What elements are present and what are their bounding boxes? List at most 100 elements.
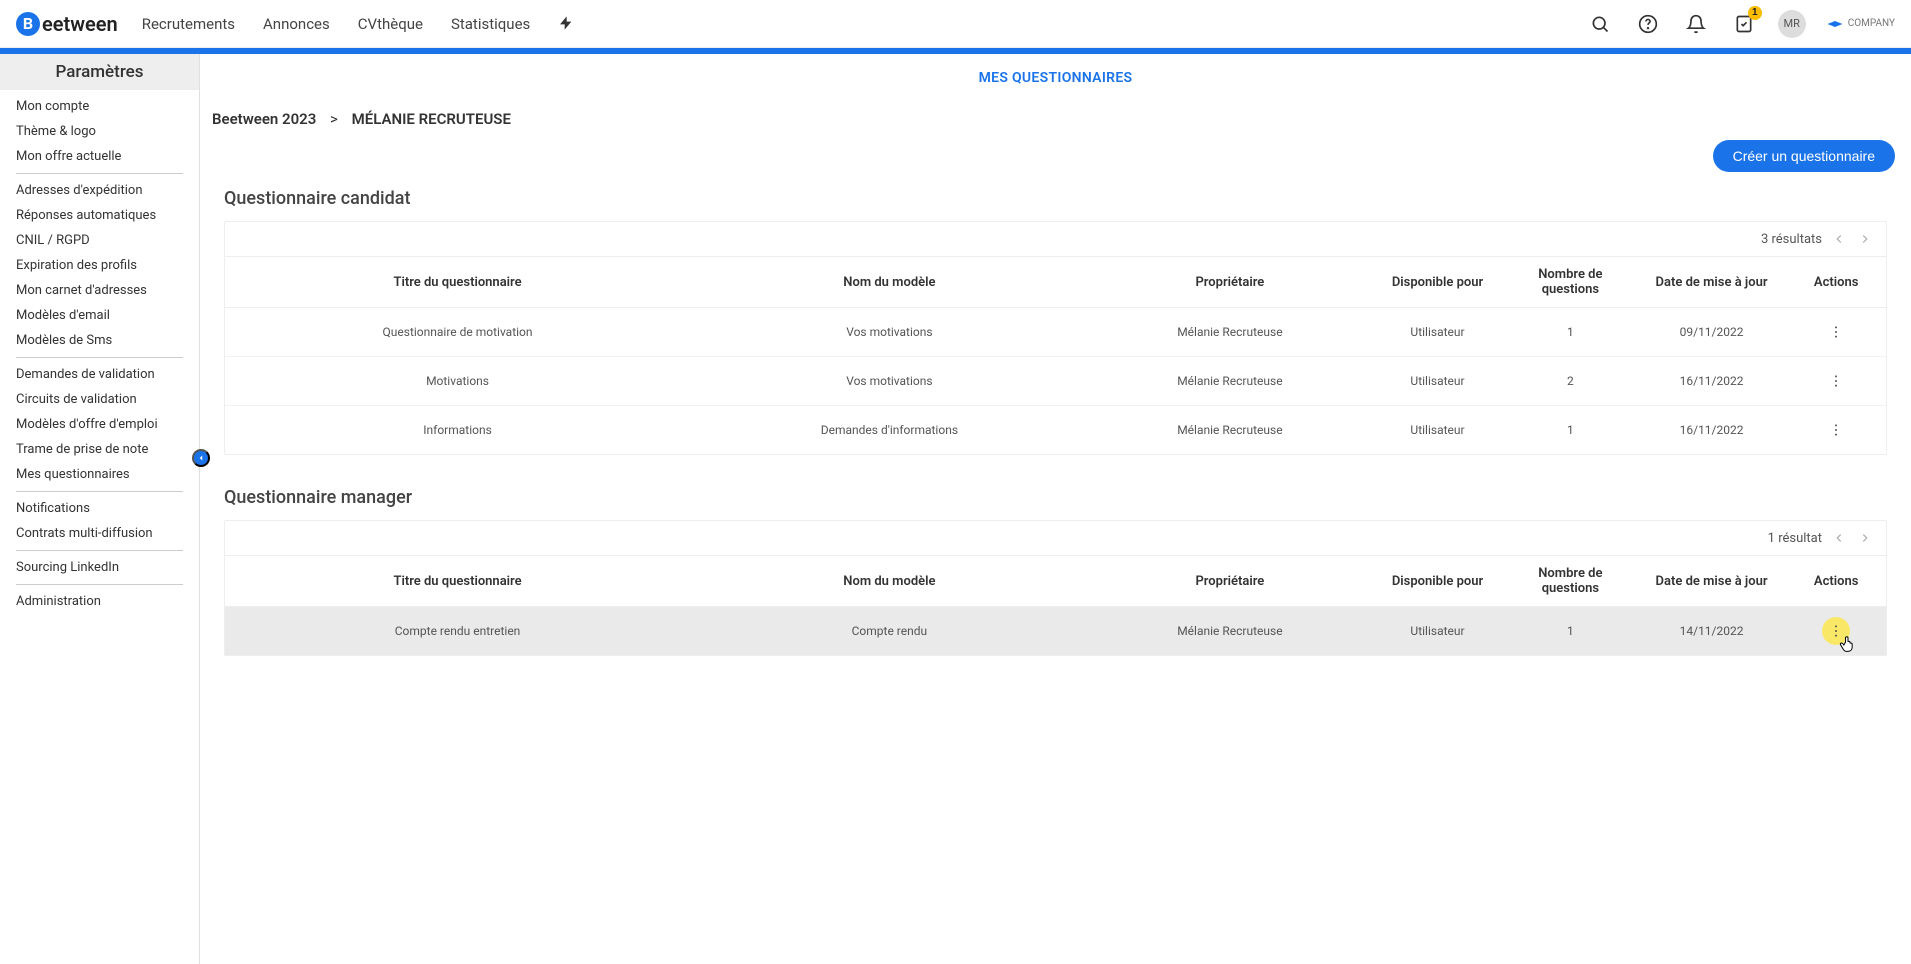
col-nq-header[interactable]: Nombre de questions bbox=[1504, 257, 1637, 308]
questionnaire-section: Questionnaire candidat 3 résultats Titre d… bbox=[200, 180, 1911, 479]
row-actions-button[interactable] bbox=[1824, 619, 1848, 643]
col-nq-header[interactable]: Nombre de questions bbox=[1504, 556, 1637, 607]
table-pager: 1 résultat bbox=[225, 521, 1886, 556]
sidebar-item[interactable]: Sourcing LinkedIn bbox=[16, 555, 183, 580]
sidebar-item[interactable]: Modèles de Sms bbox=[16, 328, 183, 353]
breadcrumb-org[interactable]: Beetween 2023 bbox=[212, 110, 316, 128]
pager-prev-button[interactable] bbox=[1830, 529, 1848, 547]
table-cell: Mélanie Recruteuse bbox=[1089, 607, 1371, 656]
table-cell: Utilisateur bbox=[1371, 357, 1504, 406]
logo-mark: B bbox=[16, 12, 40, 36]
actions-cell bbox=[1786, 357, 1886, 406]
logo[interactable]: B eetween bbox=[16, 12, 118, 36]
create-btn-row: Créer un questionnaire bbox=[200, 128, 1911, 180]
create-questionnaire-button[interactable]: Créer un questionnaire bbox=[1713, 140, 1895, 172]
table-cell: Vos motivations bbox=[690, 308, 1089, 357]
sidebar-item[interactable]: Réponses automatiques bbox=[16, 203, 183, 228]
nav-statistiques[interactable]: Statistiques bbox=[451, 15, 530, 33]
sidebar-item[interactable]: Modèles d'email bbox=[16, 303, 183, 328]
company-logo[interactable]: COMPANY bbox=[1826, 15, 1895, 33]
table-cell: Mélanie Recruteuse bbox=[1089, 406, 1371, 455]
table-row[interactable]: MotivationsVos motivationsMélanie Recrut… bbox=[225, 357, 1886, 406]
col-owner-header[interactable]: Propriétaire bbox=[1089, 556, 1371, 607]
nav-links: Recrutements Annonces CVthèque Statistiq… bbox=[142, 15, 575, 33]
table-row[interactable]: Questionnaire de motivationVos motivatio… bbox=[225, 308, 1886, 357]
search-icon[interactable] bbox=[1586, 10, 1614, 38]
pager-next-button[interactable] bbox=[1856, 230, 1874, 248]
col-owner-header[interactable]: Propriétaire bbox=[1089, 257, 1371, 308]
sidebar-item[interactable]: Mon compte bbox=[16, 94, 183, 119]
row-actions-button[interactable] bbox=[1824, 320, 1848, 344]
table-cell: Motivations bbox=[225, 357, 690, 406]
col-title-header[interactable]: Titre du questionnaire bbox=[225, 556, 690, 607]
breadcrumb-user[interactable]: MÉLANIE RECRUTEUSE bbox=[352, 110, 511, 128]
col-date-header[interactable]: Date de mise à jour bbox=[1637, 556, 1786, 607]
questionnaire-section: Questionnaire manager1 résultatTitre du … bbox=[200, 479, 1911, 680]
sidebar-item[interactable]: Mes questionnaires bbox=[16, 462, 183, 487]
tasks-icon[interactable]: 1 bbox=[1730, 10, 1758, 38]
page-body: Paramètres Mon compteThème & logoMon off… bbox=[0, 54, 1911, 964]
bolt-icon[interactable] bbox=[558, 15, 574, 33]
sidebar-item[interactable]: Demandes de validation bbox=[16, 362, 183, 387]
col-model-header[interactable]: Nom du modèle bbox=[690, 556, 1089, 607]
table-cell: 1 bbox=[1504, 406, 1637, 455]
help-icon[interactable] bbox=[1634, 10, 1662, 38]
nav-cvtheque[interactable]: CVthèque bbox=[358, 15, 423, 33]
actions-cell bbox=[1786, 607, 1886, 656]
row-actions-button[interactable] bbox=[1824, 369, 1848, 393]
col-avail-header[interactable]: Disponible pour bbox=[1371, 556, 1504, 607]
pager-next-button[interactable] bbox=[1856, 529, 1874, 547]
col-date-header[interactable]: Date de mise à jour bbox=[1637, 257, 1786, 308]
sidebar-item[interactable]: Contrats multi-diffusion bbox=[16, 521, 183, 546]
nav-annonces[interactable]: Annonces bbox=[263, 15, 330, 33]
table-card: 3 résultats Titre du questionnaireNom du … bbox=[224, 221, 1887, 455]
col-actions-header[interactable]: Actions bbox=[1786, 257, 1886, 308]
pager-prev-button[interactable] bbox=[1830, 230, 1848, 248]
sidebar-item[interactable]: Circuits de validation bbox=[16, 387, 183, 412]
breadcrumb: Beetween 2023 > MÉLANIE RECRUTEUSE bbox=[200, 94, 1911, 128]
results-count: 1 résultat bbox=[1768, 531, 1822, 546]
col-model-header[interactable]: Nom du modèle bbox=[690, 257, 1089, 308]
table-cell: Mélanie Recruteuse bbox=[1089, 308, 1371, 357]
sidebar-item[interactable]: Notifications bbox=[16, 496, 183, 521]
nav-recrutements[interactable]: Recrutements bbox=[142, 15, 235, 33]
sidebar-group: Mon compteThème & logoMon offre actuelle bbox=[16, 90, 183, 174]
results-count: 3 résultats bbox=[1761, 232, 1822, 247]
sidebar-title: Paramètres bbox=[0, 54, 199, 90]
section-heading: Questionnaire candidat bbox=[224, 188, 1887, 209]
table-cell: Utilisateur bbox=[1371, 607, 1504, 656]
sidebar-collapse-button[interactable] bbox=[192, 449, 210, 467]
sidebar-item[interactable]: Thème & logo bbox=[16, 119, 183, 144]
sidebar-item[interactable]: Modèles d'offre d'emploi bbox=[16, 412, 183, 437]
sidebar-item[interactable]: Adresses d'expédition bbox=[16, 178, 183, 203]
sidebar-item[interactable]: CNIL / RGPD bbox=[16, 228, 183, 253]
topbar-right: 1 MR COMPANY bbox=[1586, 10, 1895, 38]
table-pager: 3 résultats bbox=[225, 222, 1886, 257]
topbar-left: B eetween Recrutements Annonces CVthèque… bbox=[16, 12, 574, 36]
topbar: B eetween Recrutements Annonces CVthèque… bbox=[0, 0, 1911, 48]
sidebar-item[interactable]: Expiration des profils bbox=[16, 253, 183, 278]
col-title-header[interactable]: Titre du questionnaire bbox=[225, 257, 690, 308]
table-cell: Utilisateur bbox=[1371, 308, 1504, 357]
row-actions-button[interactable] bbox=[1824, 418, 1848, 442]
table-card: 1 résultat Titre du questionnaireNom du m… bbox=[224, 520, 1887, 656]
table-cell: Compte rendu bbox=[690, 607, 1089, 656]
table-cell: 16/11/2022 bbox=[1637, 406, 1786, 455]
table-cell: Demandes d'informations bbox=[690, 406, 1089, 455]
table-cell: 2 bbox=[1504, 357, 1637, 406]
table-cell: Questionnaire de motivation bbox=[225, 308, 690, 357]
table-cell: Mélanie Recruteuse bbox=[1089, 357, 1371, 406]
col-avail-header[interactable]: Disponible pour bbox=[1371, 257, 1504, 308]
avatar[interactable]: MR bbox=[1778, 10, 1806, 38]
sidebar-item[interactable]: Mon carnet d'adresses bbox=[16, 278, 183, 303]
actions-cell bbox=[1786, 308, 1886, 357]
tab-mes-questionnaires[interactable]: MES QUESTIONNAIRES bbox=[979, 70, 1133, 90]
col-actions-header[interactable]: Actions bbox=[1786, 556, 1886, 607]
bell-icon[interactable] bbox=[1682, 10, 1710, 38]
table-row[interactable]: InformationsDemandes d'informationsMélan… bbox=[225, 406, 1886, 455]
sidebar-item[interactable]: Administration bbox=[16, 589, 183, 614]
table-row[interactable]: Compte rendu entretienCompte renduMélani… bbox=[225, 607, 1886, 656]
sidebar-item[interactable]: Trame de prise de note bbox=[16, 437, 183, 462]
table-cell: Utilisateur bbox=[1371, 406, 1504, 455]
sidebar-item[interactable]: Mon offre actuelle bbox=[16, 144, 183, 169]
